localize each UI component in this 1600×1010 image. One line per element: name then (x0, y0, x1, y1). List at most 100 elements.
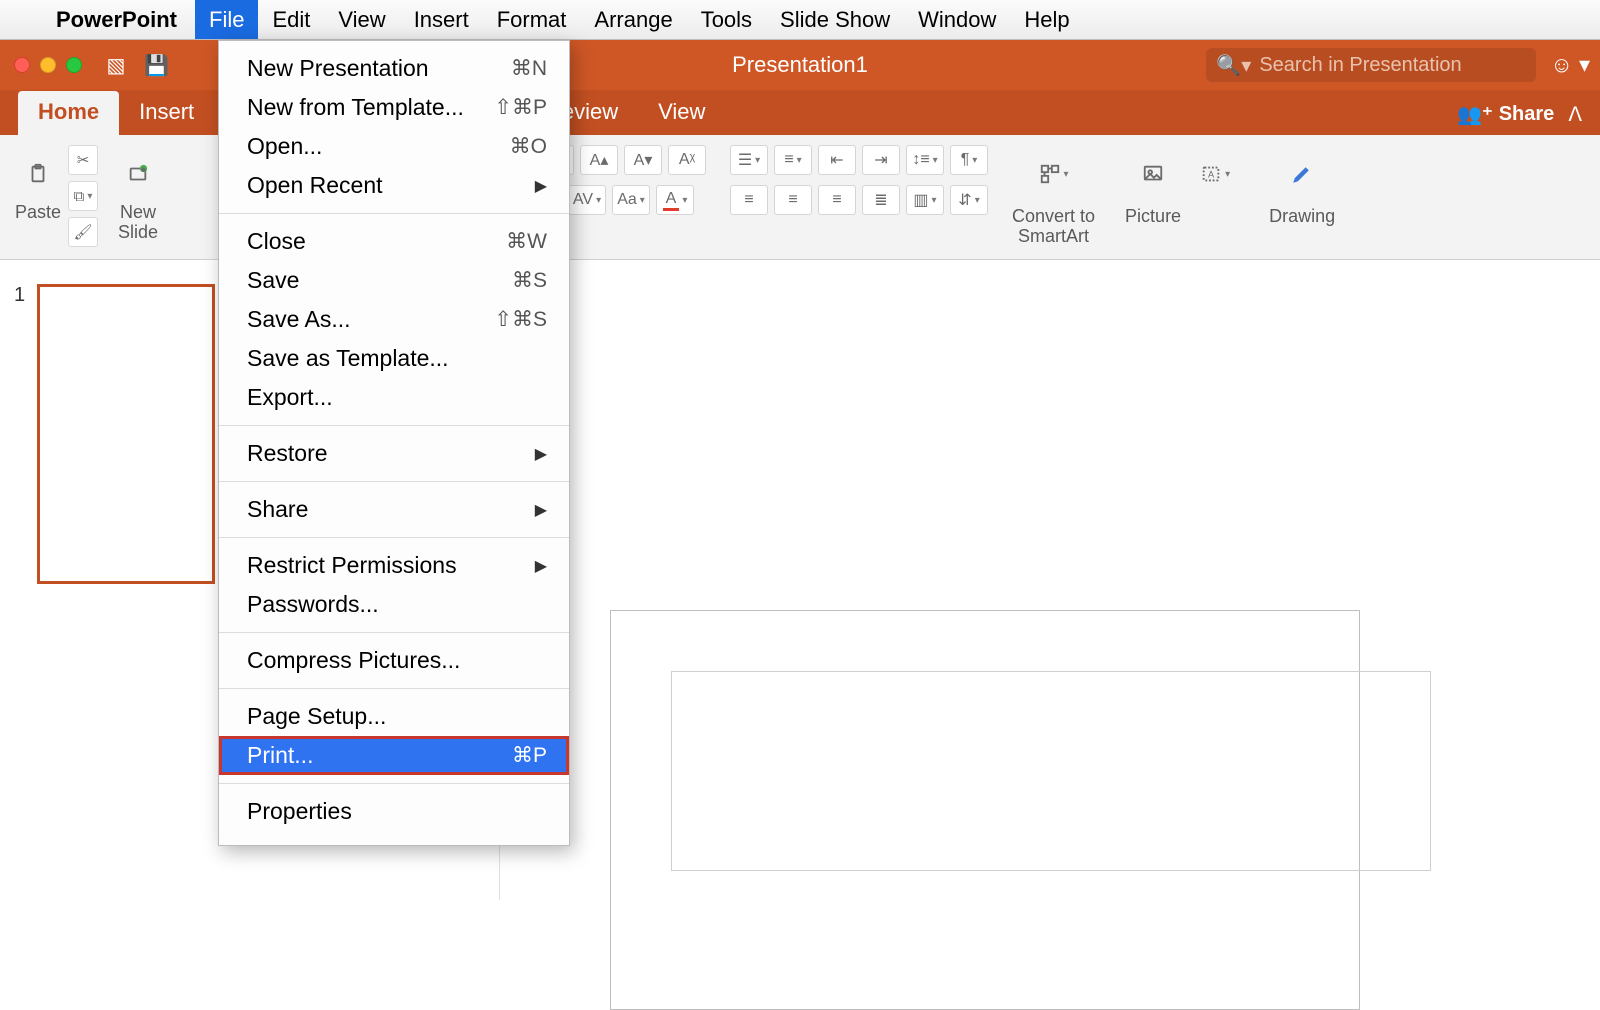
menu-item-properties[interactable]: Properties (219, 792, 569, 831)
mac-menubar: PowerPoint File Edit View Insert Format … (0, 0, 1600, 40)
paste-button[interactable] (14, 145, 62, 203)
font-color-button[interactable]: A (656, 185, 694, 215)
line-spacing-button[interactable]: ↕≡ (906, 145, 944, 175)
menu-item-export[interactable]: Export... (219, 378, 569, 417)
align-center-button[interactable]: ≡ (774, 185, 812, 215)
columns-button[interactable]: ▥ (906, 185, 944, 215)
menu-item-label: Restrict Permissions (247, 552, 457, 579)
app-name-menu[interactable]: PowerPoint (38, 0, 195, 39)
character-spacing-button[interactable]: AV (568, 185, 606, 215)
menu-item-compress-pictures[interactable]: Compress Pictures... (219, 641, 569, 680)
drawing-button[interactable] (1278, 145, 1326, 203)
menu-arrange[interactable]: Arrange (580, 0, 686, 39)
search-input[interactable]: 🔍▾ Search in Presentation (1206, 48, 1536, 82)
decrease-indent-button[interactable]: ⇤ (818, 145, 856, 175)
current-slide[interactable] (610, 610, 1360, 1010)
format-painter-button[interactable]: 🖌 (68, 217, 98, 247)
justify-button[interactable]: ≣ (862, 185, 900, 215)
menu-item-label: Passwords... (247, 591, 379, 618)
align-vert-icon: ⇵ (958, 190, 971, 210)
menu-format[interactable]: Format (483, 0, 581, 39)
bullets-button[interactable]: ☰ (730, 145, 768, 175)
menu-item-restore[interactable]: Restore▶ (219, 434, 569, 473)
smartart-icon (1039, 163, 1061, 185)
menu-item-label: Close (247, 228, 306, 255)
menu-item-shortcut: ⌘S (512, 268, 547, 293)
text-direction-button[interactable]: ¶ (950, 145, 988, 175)
clear-formatting-button[interactable]: Aᵡ (668, 145, 706, 175)
align-left-icon: ≡ (744, 191, 753, 209)
new-slide-label: New Slide (118, 203, 158, 243)
slide-placeholder[interactable] (671, 671, 1431, 871)
fullscreen-window-button[interactable] (66, 57, 82, 73)
minimize-window-button[interactable] (40, 57, 56, 73)
tab-insert[interactable]: Insert (119, 91, 214, 135)
menu-edit[interactable]: Edit (258, 0, 324, 39)
picture-label: Picture (1125, 207, 1181, 227)
submenu-arrow-icon: ▶ (535, 500, 547, 520)
increase-font-button[interactable]: A▴ (580, 145, 618, 175)
menu-item-shortcut: ⇧⌘P (494, 95, 547, 120)
new-slide-button[interactable]: + (114, 145, 162, 203)
increase-indent-button[interactable]: ⇥ (862, 145, 900, 175)
menu-item-new-from-template[interactable]: New from Template... ⇧⌘P (219, 88, 569, 127)
menu-help[interactable]: Help (1010, 0, 1083, 39)
share-button[interactable]: 👥⁺ Share (1457, 102, 1554, 127)
qat-presentation-icon[interactable]: ▧ (104, 53, 128, 78)
menu-item-restrict-permissions[interactable]: Restrict Permissions▶ (219, 546, 569, 585)
decrease-font-icon: A▾ (634, 150, 653, 170)
menu-separator (219, 632, 569, 633)
submenu-arrow-icon: ▶ (535, 444, 547, 464)
tab-view[interactable]: View (638, 91, 725, 135)
convert-smartart-button[interactable] (1030, 145, 1078, 203)
menu-item-print[interactable]: Print...⌘P (219, 736, 569, 775)
paste-label: Paste (15, 203, 61, 223)
menu-item-label: Save (247, 267, 299, 294)
menu-window[interactable]: Window (904, 0, 1010, 39)
menu-item-label: Share (247, 496, 308, 523)
text-box-button[interactable]: A (1191, 145, 1239, 203)
menu-item-page-setup[interactable]: Page Setup... (219, 697, 569, 736)
feedback-button[interactable]: ☺ ▾ (1550, 52, 1590, 78)
align-right-button[interactable]: ≡ (818, 185, 856, 215)
menu-item-save-as[interactable]: Save As...⇧⌘S (219, 300, 569, 339)
numbering-button[interactable]: ≡ (774, 145, 812, 175)
menu-item-label: Open... (247, 133, 322, 160)
quick-access-toolbar: ▧ 💾 (104, 53, 168, 78)
menu-item-label: Export... (247, 384, 333, 411)
menu-insert[interactable]: Insert (400, 0, 483, 39)
drawing-group: Drawing (1269, 145, 1335, 227)
close-window-button[interactable] (14, 57, 30, 73)
columns-icon: ▥ (913, 190, 928, 210)
menu-slideshow[interactable]: Slide Show (766, 0, 904, 39)
cut-button[interactable]: ✂ (68, 145, 98, 175)
indent-icon: ⇥ (874, 150, 887, 170)
collapse-ribbon-button[interactable]: ᐱ (1568, 102, 1582, 127)
menu-item-save-as-template[interactable]: Save as Template... (219, 339, 569, 378)
menu-item-new-presentation[interactable]: New Presentation⌘N (219, 49, 569, 88)
slide-thumbnail-1[interactable] (37, 284, 215, 584)
menu-tools[interactable]: Tools (687, 0, 766, 39)
menu-item-label: Print... (247, 742, 313, 769)
copy-button[interactable]: ⧉ (68, 181, 98, 211)
align-left-button[interactable]: ≡ (730, 185, 768, 215)
menu-item-share[interactable]: Share ▶ (219, 490, 569, 529)
decrease-font-button[interactable]: A▾ (624, 145, 662, 175)
menu-file[interactable]: File (195, 0, 258, 39)
menu-item-save[interactable]: Save ⌘S (219, 261, 569, 300)
smartart-label: Convert to SmartArt (1012, 207, 1095, 247)
menu-item-passwords[interactable]: Passwords... (219, 585, 569, 624)
picture-button[interactable] (1129, 145, 1177, 203)
menu-item-close[interactable]: Close⌘W (219, 222, 569, 261)
menu-view[interactable]: View (324, 0, 399, 39)
change-case-button[interactable]: Aa (612, 185, 650, 215)
tab-home[interactable]: Home (18, 91, 119, 135)
menu-item-label: New from Template... (247, 94, 464, 121)
menu-item-open[interactable]: Open...⌘O (219, 127, 569, 166)
brush-icon: 🖌 (73, 223, 92, 241)
menu-item-open-recent[interactable]: Open Recent▶ (219, 166, 569, 205)
drawing-label: Drawing (1269, 207, 1335, 227)
qat-save-icon[interactable]: 💾 (144, 53, 168, 78)
slide-canvas[interactable] (500, 260, 1600, 900)
align-text-button[interactable]: ⇵ (950, 185, 988, 215)
